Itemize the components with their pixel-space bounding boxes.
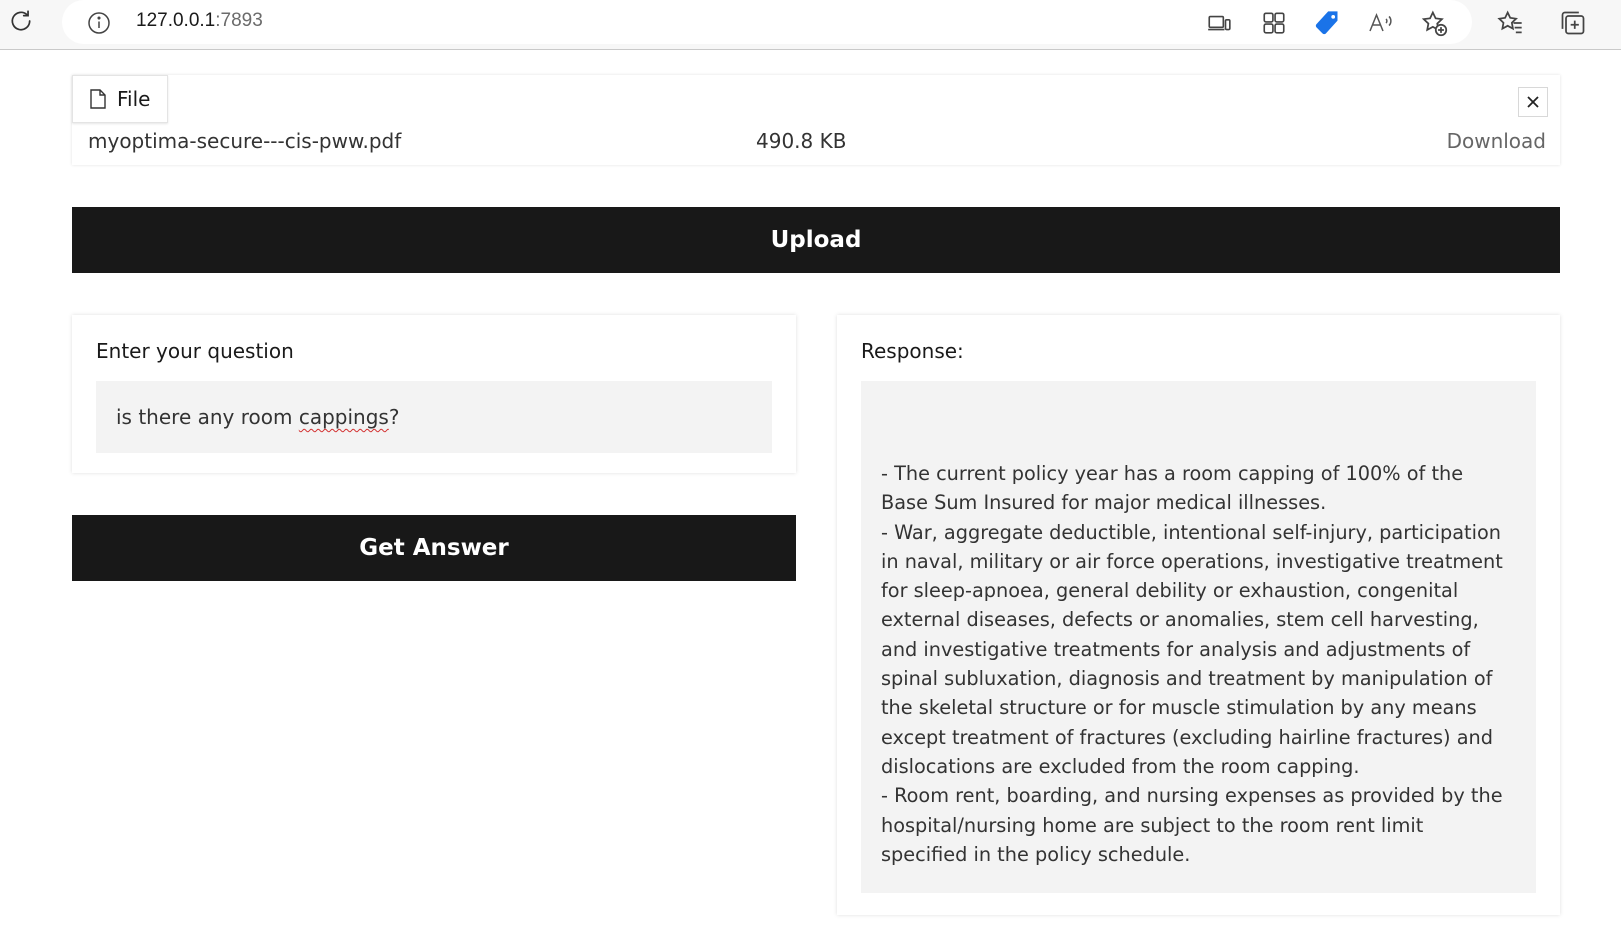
misspelled-word: cappings xyxy=(298,405,389,429)
url-text[interactable]: 127.0.0.1:7893 xyxy=(136,10,263,32)
response-output[interactable]: - The current policy year has a room cap… xyxy=(861,381,1536,893)
file-name: myoptima-secure---cis-pww.pdf xyxy=(88,129,402,153)
response-line: external diseases, defects or anomalies,… xyxy=(881,608,1479,632)
reload-icon[interactable] xyxy=(6,6,36,36)
file-size: 490.8 KB xyxy=(756,129,847,153)
download-link[interactable]: Download xyxy=(1447,129,1546,153)
clear-file-button[interactable] xyxy=(1518,87,1548,117)
file-icon xyxy=(90,89,106,109)
apps-icon[interactable] xyxy=(1258,7,1290,39)
response-line: except treatment of fractures (excluding… xyxy=(881,725,1493,749)
question-label: Enter your question xyxy=(96,339,294,363)
favorites-icon[interactable] xyxy=(1494,7,1526,39)
response-label: Response: xyxy=(861,339,964,363)
question-text-end: ? xyxy=(388,405,400,429)
device-icon[interactable] xyxy=(1203,7,1235,39)
tag-icon[interactable] xyxy=(1311,7,1343,39)
response-line: Base Sum Insured for major medical illne… xyxy=(881,491,1327,515)
response-line: and investigative treatments for analysi… xyxy=(881,637,1471,661)
question-panel: Enter your question is there any room ca… xyxy=(72,315,796,473)
response-line: dislocations are excluded from the room … xyxy=(881,754,1360,778)
url-host: 127.0.0.1 xyxy=(136,10,216,31)
response-line: - Room rent, boarding, and nursing expen… xyxy=(881,784,1503,808)
collections-icon[interactable] xyxy=(1557,7,1589,39)
response-line: spinal subluxation, diagnosis and treatm… xyxy=(881,667,1493,691)
response-panel: Response: - The current policy year has … xyxy=(837,315,1560,915)
file-tab[interactable]: File xyxy=(72,75,168,123)
close-icon xyxy=(1527,96,1539,108)
response-line: - The current policy year has a room cap… xyxy=(881,462,1464,485)
response-line: - War, aggregate deductible, intentional… xyxy=(881,520,1501,544)
read-aloud-icon[interactable] xyxy=(1365,7,1397,39)
file-tab-label: File xyxy=(117,87,151,111)
add-favorite-icon[interactable] xyxy=(1418,7,1450,39)
response-line: specified in the policy schedule. xyxy=(881,842,1191,866)
question-input[interactable]: is there any room cappings? xyxy=(96,381,772,453)
response-line: the skeletal structure or for muscle sti… xyxy=(881,696,1477,720)
get-answer-button[interactable]: Get Answer xyxy=(72,515,796,581)
url-port: :7893 xyxy=(215,10,263,31)
response-line: for sleep-apnoea, general debility or ex… xyxy=(881,579,1459,603)
response-line: in naval, military or air force operatio… xyxy=(881,549,1503,573)
file-panel: File myoptima-secure---cis-pww.pdf 490.8… xyxy=(72,75,1560,165)
browser-toolbar: 127.0.0.1:7893 xyxy=(0,0,1621,50)
file-row: myoptima-secure---cis-pww.pdf 490.8 KB D… xyxy=(72,127,1560,157)
info-icon[interactable] xyxy=(86,10,112,36)
question-text-start: is there any room xyxy=(116,405,299,429)
response-line: hospital/nursing home are subject to the… xyxy=(881,813,1424,837)
upload-button[interactable]: Upload xyxy=(72,207,1560,273)
